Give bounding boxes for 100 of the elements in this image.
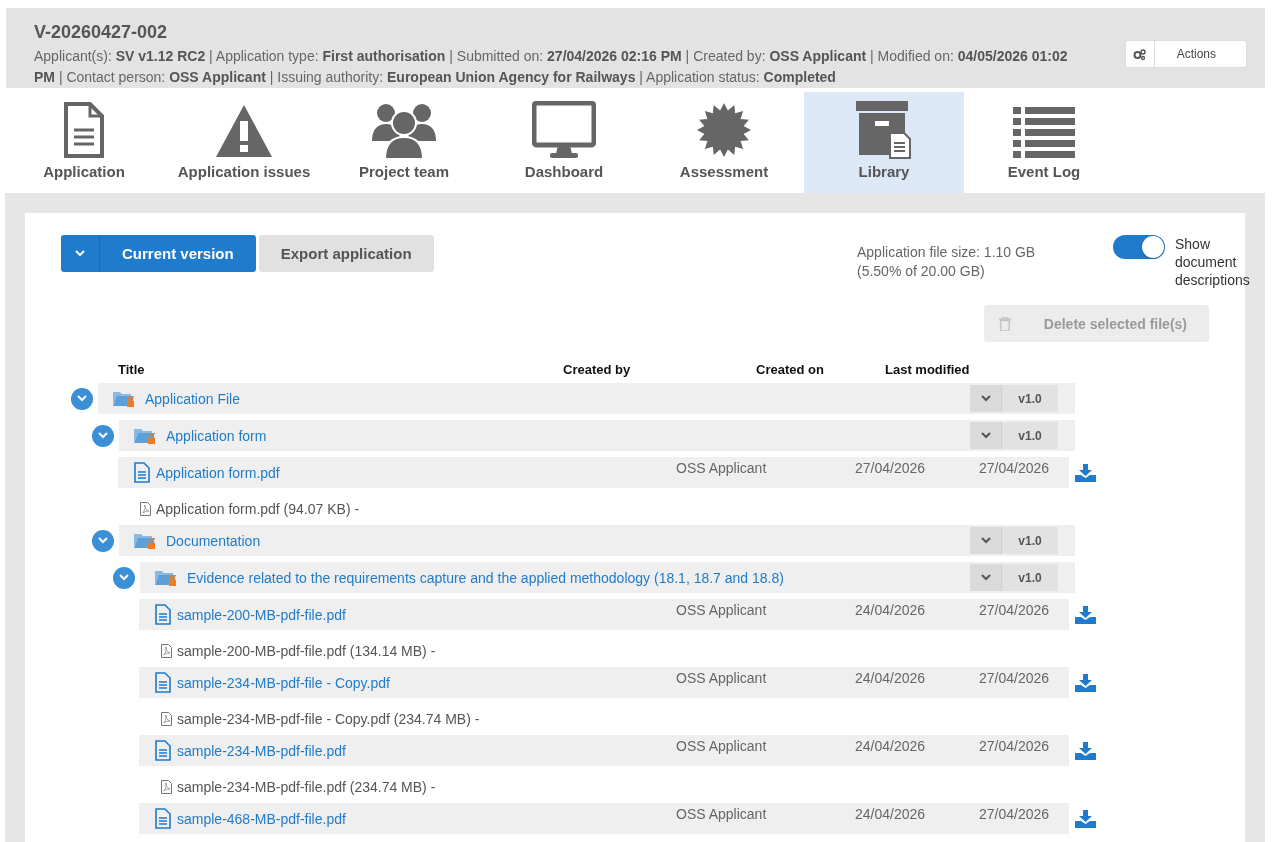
locked-folder-icon (134, 531, 156, 550)
document-icon (63, 101, 105, 159)
nav-tab[interactable]: Application (4, 92, 164, 193)
collapse-toggle[interactable] (113, 566, 135, 589)
created-by-cell-text: OSS Applicant (676, 738, 768, 754)
column-header: Title (118, 362, 146, 377)
created-on-cell-text: 27/04/2026 (855, 460, 927, 476)
folder-row[interactable]: Evidence related to the requirements capture and the applied methodology (18.1, 18.7 and 18.8) v1.0 (140, 562, 1075, 593)
version-dropdown-button[interactable] (970, 422, 1002, 449)
nav-tab[interactable]: Assessment (644, 92, 804, 193)
version-dropdown-button[interactable] (970, 385, 1002, 412)
file-size-share: (5.50% of 20.00 GB) (857, 263, 986, 279)
document-icon (155, 604, 171, 625)
folder-row[interactable]: Application form v1.0 (119, 420, 1075, 451)
team-icon (372, 101, 436, 159)
created-on-cell-text: 24/04/2026 (855, 738, 927, 754)
caret-icon (980, 574, 991, 581)
actions-button[interactable]: Actions (1124, 40, 1247, 68)
locked-folder-icon (113, 389, 135, 408)
column-header: Created on (756, 362, 825, 377)
last-modified-cell-text: 27/04/2026 (979, 738, 1051, 754)
download-icon[interactable] (1075, 673, 1096, 692)
created-on-cell-text: 24/04/2026 (855, 806, 927, 822)
monitor-icon (532, 101, 596, 159)
folder-title[interactable]: Documentation (166, 532, 970, 549)
created-by-cell-text: OSS Applicant (676, 602, 768, 618)
version-dropdown-button[interactable] (970, 564, 1002, 591)
file-row[interactable]: sample-234-MB-pdf-file.pdf OSS Applicant 24/04/2026 27/04/2026 (139, 735, 1069, 766)
collapse-toggle[interactable] (92, 529, 114, 552)
file-title[interactable]: sample-234-MB-pdf-file.pdf (177, 743, 676, 759)
nav-tab[interactable]: Project team (324, 92, 484, 193)
pdf-file-icon (161, 712, 172, 726)
file-title[interactable]: sample-468-MB-pdf-file.pdf (177, 811, 676, 827)
version-dropdown-button[interactable] (970, 527, 1002, 554)
application-id: V-20260427-002 (34, 22, 169, 43)
pdf-file-icon (161, 644, 172, 658)
seal-icon (696, 101, 752, 159)
pdf-file-icon (161, 780, 172, 794)
folder-title[interactable]: Application File (145, 390, 970, 407)
file-row[interactable]: sample-200-MB-pdf-file.pdf OSS Applicant 24/04/2026 27/04/2026 (139, 599, 1069, 630)
folder-title[interactable]: Application form (166, 427, 970, 444)
file-row[interactable]: sample-468-MB-pdf-file.pdf OSS Applicant 24/04/2026 27/04/2026 (139, 803, 1069, 834)
column-header: Created by (563, 362, 632, 377)
trash-icon (998, 316, 1011, 331)
nav-tab[interactable]: Event Log (964, 92, 1124, 193)
version-label: v1.0 (1002, 385, 1058, 412)
document-icon (155, 740, 171, 761)
download-icon[interactable] (1075, 809, 1096, 828)
file-title[interactable]: sample-200-MB-pdf-file.pdf (177, 607, 676, 623)
file-description: sample-200-MB-pdf-file.pdf (134.14 MB) - (177, 643, 436, 659)
file-description: sample-234-MB-pdf-file.pdf (234.74 MB) - (177, 779, 436, 795)
created-by-cell-text: OSS Applicant (676, 806, 768, 822)
file-title[interactable]: Application form.pdf (156, 465, 676, 481)
folder-row[interactable]: Documentation v1.0 (119, 525, 1075, 556)
column-header: Last modified (885, 362, 971, 377)
document-icon (155, 672, 171, 693)
toggle-label: Show document descriptions (1175, 235, 1250, 289)
nav-tab[interactable]: Application issues (164, 92, 324, 193)
chevron-icon (77, 395, 87, 402)
created-by-cell-text: OSS Applicant (676, 460, 768, 476)
collapse-toggle[interactable] (92, 424, 114, 447)
nav-tab[interactable]: Dashboard (484, 92, 644, 193)
list-icon (1013, 107, 1075, 159)
created-on-cell-text: 24/04/2026 (855, 670, 927, 686)
file-description: sample-234-MB-pdf-file - Copy.pdf (234.74 MB) - (177, 711, 480, 727)
export-application-button[interactable]: Export application (258, 235, 434, 272)
archive-with-document-icon (854, 99, 914, 159)
version-label: v1.0 (1002, 564, 1058, 591)
file-row[interactable]: Application form.pdf OSS Applicant 27/04/2026 27/04/2026 (118, 457, 1069, 488)
chevron-icon (98, 537, 108, 544)
version-label: v1.0 (1002, 527, 1058, 554)
gears-icon (1133, 48, 1147, 60)
folder-title[interactable]: Evidence related to the requirements capture and the applied methodology (18.1, 18.7 and 18.8) (187, 569, 970, 586)
locked-folder-icon (155, 568, 177, 587)
download-icon[interactable] (1075, 463, 1096, 482)
download-icon[interactable] (1075, 605, 1096, 624)
collapse-toggle[interactable] (71, 387, 93, 410)
current-version-button[interactable]: Current version (61, 235, 256, 272)
file-description: Application form.pdf (94.07 KB) - (156, 501, 360, 517)
caret-icon (980, 395, 991, 402)
caret-icon (980, 537, 991, 544)
file-title[interactable]: sample-234-MB-pdf-file - Copy.pdf (177, 675, 676, 691)
nav-tab[interactable]: Library (804, 92, 964, 193)
document-icon (134, 462, 150, 483)
locked-folder-icon (134, 426, 156, 445)
file-row[interactable]: sample-234-MB-pdf-file - Copy.pdf OSS Applicant 24/04/2026 27/04/2026 (139, 667, 1069, 698)
application-details: Applicant(s): SV v1.12 RC2 | Application type: First authorisation | Submitted on: 27/04/2026 02:16 PM | Created by: OSS Applicant | Modified on: 04/05/2026 01:02 PM | Contact person: OSS Applicant | Issuing authority: European Union Agency for Railways | Application status: Completed (34, 47, 1069, 87)
file-size-text: Application file size: 1.10 GB (857, 244, 1037, 260)
download-icon[interactable] (1075, 741, 1096, 760)
warning-icon (214, 103, 274, 159)
folder-row[interactable]: Application File v1.0 (98, 383, 1075, 414)
chevron-icon (98, 432, 108, 439)
last-modified-cell-text: 27/04/2026 (979, 806, 1051, 822)
created-by-cell-text: OSS Applicant (676, 670, 768, 686)
version-label: v1.0 (1002, 422, 1058, 449)
chevron-icon (119, 574, 129, 581)
last-modified-cell-text: 27/04/2026 (979, 460, 1051, 476)
caret-icon (75, 250, 85, 257)
toggle-switch[interactable] (1113, 235, 1165, 259)
caret-icon (980, 432, 991, 439)
